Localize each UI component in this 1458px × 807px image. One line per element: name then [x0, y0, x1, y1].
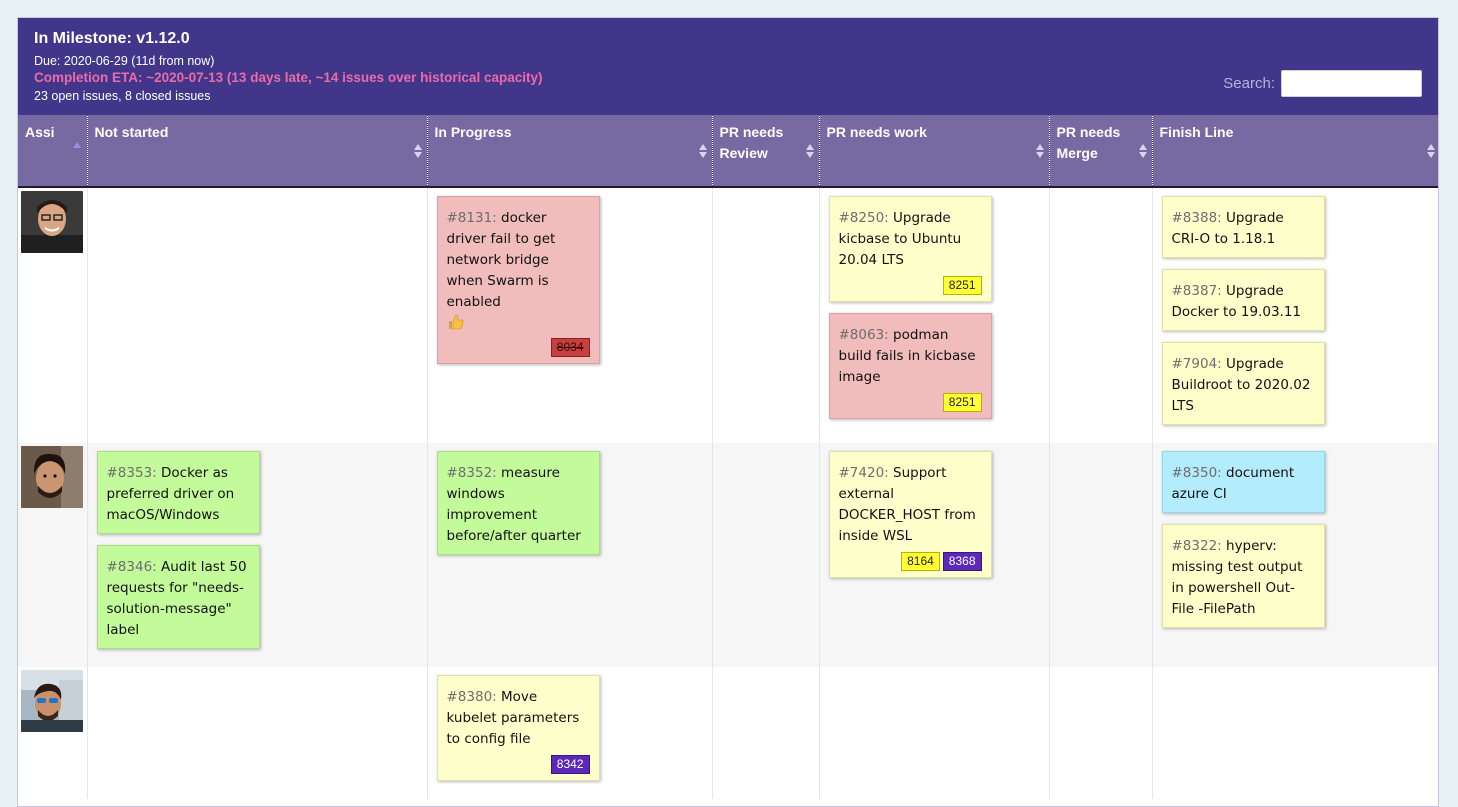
due-date: Due: 2020-06-29 (11d from now) [34, 54, 215, 68]
column-cell-pr-needs-review [712, 443, 820, 667]
issue-number[interactable]: #7904: [1172, 356, 1222, 372]
sort-icon [413, 144, 422, 158]
issue-number[interactable]: #7420: [839, 465, 889, 481]
column-cell-pr-needs-review [712, 667, 820, 799]
pr-badges: 8251 [839, 275, 982, 295]
pr-badge[interactable]: 8251 [942, 393, 982, 412]
assignee-cell [18, 443, 88, 667]
completion-eta: Completion ETA: ~2020-07-13 (13 days lat… [34, 70, 543, 85]
issue-number[interactable]: #8350: [1172, 465, 1222, 481]
column-cell-in-progress: #8131: docker driver fail to get network… [427, 187, 713, 443]
avatar[interactable] [21, 670, 84, 732]
pr-badge[interactable]: 8342 [550, 755, 590, 774]
issue-number[interactable]: #8352: [447, 465, 497, 481]
column-cell-pr-needs-review [712, 187, 820, 443]
column-cell-finish-line: #8388: Upgrade CRI-O to 1.18.1 #8387: Upg… [1152, 187, 1438, 443]
issue-number[interactable]: #8063: [839, 327, 889, 343]
column-cell-pr-needs-work: #8250: Upgrade kicbase to Ubuntu 20.04 L… [819, 187, 1050, 443]
milestone-header: In Milestone: v1.12.0 Due: 2020-06-29 (1… [18, 18, 1438, 115]
issue-number[interactable]: #8353: [107, 465, 157, 481]
issue-card[interactable]: #7420: Support external DOCKER_HOST from… [828, 451, 992, 578]
pr-badges: 8342 [447, 754, 590, 774]
issue-card[interactable]: #8380: Move kubelet parameters to config… [436, 675, 600, 781]
pr-badge[interactable]: 8251 [942, 276, 982, 295]
milestone-title: In Milestone: v1.12.0 [34, 30, 190, 47]
issue-number[interactable]: #8322: [1172, 538, 1222, 554]
issue-card[interactable]: #8388: Upgrade CRI-O to 1.18.1 [1161, 196, 1325, 258]
sort-icon [698, 144, 707, 158]
pr-badge[interactable]: 8368 [942, 552, 982, 571]
column-header-not-started[interactable]: Not started [87, 115, 428, 188]
column-header-in-progress[interactable]: In Progress [427, 115, 713, 188]
issue-number[interactable]: #8388: [1172, 210, 1222, 226]
column-cell-not-started [87, 187, 428, 443]
issue-card[interactable]: #8063: podman build fails in kicbase ima… [828, 313, 992, 419]
assignee-row: #8131: docker driver fail to get network… [18, 187, 1438, 443]
issue-card[interactable]: #8131: docker driver fail to get network… [436, 196, 600, 364]
column-cell-finish-line: #8350: document azure CI #8322: hyperv: m… [1152, 443, 1438, 667]
column-header-pr-needs-work[interactable]: PR needs work [819, 115, 1050, 188]
pr-badge[interactable]: 8164 [901, 552, 940, 571]
column-cell-not-started: #8353: Docker as preferred driver on mac… [87, 443, 428, 667]
column-cell-not-started [87, 667, 428, 799]
column-header-row: Assi Not started In Progress PR needs Re… [18, 115, 1438, 188]
pr-badge[interactable]: 8034 [550, 338, 590, 357]
search-box: Search: [1223, 70, 1422, 97]
assignee-cell [18, 187, 88, 443]
column-header-pr-needs-merge[interactable]: PR needs Merge [1049, 115, 1153, 188]
thumbs-up-icon [447, 313, 467, 333]
issue-number[interactable]: #8346: [107, 559, 157, 575]
issue-number[interactable]: #8250: [839, 210, 889, 226]
issue-card[interactable]: #8322: hyperv: missing test output in po… [1161, 524, 1325, 628]
assignee-cell [18, 667, 88, 799]
column-cell-pr-needs-work [819, 667, 1050, 799]
avatar[interactable] [21, 191, 84, 253]
issue-card[interactable]: #8250: Upgrade kicbase to Ubuntu 20.04 L… [828, 196, 992, 302]
column-cell-in-progress: #8380: Move kubelet parameters to config… [427, 667, 713, 799]
sort-icon [805, 144, 814, 158]
avatar[interactable] [21, 446, 84, 508]
sort-asc-icon [72, 142, 81, 148]
column-cell-finish-line [1152, 667, 1438, 799]
pr-badges: 8034 [447, 337, 590, 357]
pr-badges: 8164 8368 [839, 551, 982, 571]
issue-card[interactable]: #8350: document azure CI [1161, 451, 1325, 513]
column-cell-pr-needs-merge [1049, 667, 1153, 799]
column-header-pr-needs-review[interactable]: PR needs Review [712, 115, 820, 188]
search-label: Search: [1223, 75, 1275, 92]
issue-number[interactable]: #8380: [447, 689, 497, 705]
issue-card[interactable]: #8352: measure windows improvement befor… [436, 451, 600, 555]
issue-counts: 23 open issues, 8 closed issues [34, 89, 211, 103]
milestone-board: In Milestone: v1.12.0 Due: 2020-06-29 (1… [17, 17, 1439, 807]
issue-card[interactable]: #8353: Docker as preferred driver on mac… [96, 451, 260, 534]
column-cell-pr-needs-work: #7420: Support external DOCKER_HOST from… [819, 443, 1050, 667]
column-cell-pr-needs-merge [1049, 187, 1153, 443]
column-header-assignee[interactable]: Assi [18, 115, 88, 188]
sort-icon [1138, 144, 1147, 158]
column-cell-pr-needs-merge [1049, 443, 1153, 667]
issue-number[interactable]: #8387: [1172, 283, 1222, 299]
issue-card[interactable]: #8346: Audit last 50 requests for "needs… [96, 545, 260, 649]
sort-icon [1427, 144, 1435, 158]
sort-icon [1035, 144, 1044, 158]
assignee-row: #8353: Docker as preferred driver on mac… [18, 443, 1438, 667]
search-input[interactable] [1281, 70, 1422, 97]
pr-badges: 8251 [839, 392, 982, 412]
issue-card[interactable]: #7904: Upgrade Buildroot to 2020.02 LTS [1161, 342, 1325, 425]
issue-card[interactable]: #8387: Upgrade Docker to 19.03.11 [1161, 269, 1325, 331]
assignee-row: #8380: Move kubelet parameters to config… [18, 667, 1438, 799]
column-header-finish-line[interactable]: Finish Line [1152, 115, 1438, 188]
issue-table: Assi Not started In Progress PR needs Re… [18, 115, 1438, 799]
column-cell-in-progress: #8352: measure windows improvement befor… [427, 443, 713, 667]
issue-number[interactable]: #8131: [447, 210, 497, 226]
